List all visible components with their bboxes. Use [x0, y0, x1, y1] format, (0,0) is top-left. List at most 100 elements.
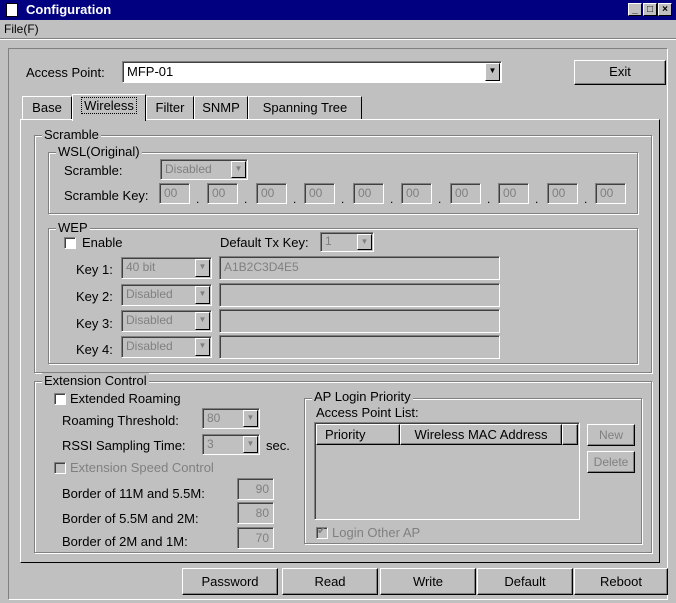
- menu-file[interactable]: File(F): [4, 22, 39, 36]
- border-2m-value: 70: [255, 531, 269, 545]
- chevron-down-icon[interactable]: ▼: [195, 338, 210, 356]
- border-11m-value: 90: [255, 482, 269, 496]
- column-mac-address[interactable]: Wireless MAC Address: [400, 424, 562, 445]
- scramble-key-value: 00: [406, 186, 420, 200]
- key4-type-value: Disabled: [126, 339, 173, 353]
- tab-wireless[interactable]: Wireless: [72, 94, 146, 121]
- check-icon: ✔: [317, 525, 327, 537]
- key2-input[interactable]: [219, 283, 500, 307]
- border-2m-input[interactable]: 70: [237, 527, 274, 549]
- wsl-group-label: WSL(Original): [56, 144, 142, 159]
- tab-snmp[interactable]: SNMP: [194, 96, 248, 120]
- border-5m-label: Border of 5.5M and 2M:: [62, 511, 199, 526]
- key-separator: .: [293, 192, 297, 206]
- password-button[interactable]: Password: [182, 568, 278, 595]
- chevron-down-icon[interactable]: ▼: [195, 286, 210, 304]
- chevron-down-icon[interactable]: ▼: [357, 234, 372, 250]
- access-point-label: Access Point:: [26, 65, 105, 80]
- key4-type-select[interactable]: Disabled ▼: [121, 336, 212, 358]
- border-5m-input[interactable]: 80: [237, 502, 274, 524]
- roaming-threshold-label: Roaming Threshold:: [62, 413, 179, 428]
- rssi-sampling-select[interactable]: 3 ▼: [202, 434, 260, 455]
- chevron-down-icon[interactable]: ▼: [195, 259, 210, 277]
- key4-input[interactable]: [219, 335, 500, 359]
- read-button[interactable]: Read: [282, 568, 378, 595]
- scramble-select[interactable]: Disabled ▼: [160, 159, 248, 180]
- scramble-key-field[interactable]: 00: [256, 183, 287, 204]
- default-tx-key-select[interactable]: 1 ▼: [320, 232, 374, 252]
- chevron-down-icon[interactable]: ▼: [231, 161, 246, 178]
- rssi-sampling-label: RSSI Sampling Time:: [62, 438, 186, 453]
- close-button[interactable]: ×: [658, 3, 672, 16]
- minimize-button[interactable]: _: [628, 3, 642, 16]
- reboot-button[interactable]: Reboot: [574, 568, 668, 595]
- default-tx-key-value: 1: [325, 234, 332, 248]
- scramble-key-field[interactable]: 00: [207, 183, 238, 204]
- column-filler: [562, 424, 578, 445]
- wep-group-label: WEP: [56, 220, 90, 235]
- scramble-key-value: 00: [455, 186, 469, 200]
- speed-control-checkbox[interactable]: [54, 462, 66, 474]
- extended-roaming-checkbox[interactable]: [54, 393, 66, 405]
- access-point-list[interactable]: Priority Wireless MAC Address: [314, 422, 580, 520]
- key1-type-value: 40 bit: [126, 260, 156, 274]
- wep-enable-checkbox[interactable]: [64, 237, 76, 249]
- write-button[interactable]: Write: [380, 568, 476, 595]
- scramble-key-field[interactable]: 00: [353, 183, 384, 204]
- key2-type-select[interactable]: Disabled ▼: [121, 284, 212, 306]
- key-separator: .: [487, 192, 491, 206]
- tab-base[interactable]: Base: [22, 96, 72, 120]
- scramble-key-field[interactable]: 00: [401, 183, 432, 204]
- window-title: Configuration: [26, 2, 112, 17]
- delete-button[interactable]: Delete: [587, 451, 635, 473]
- scramble-key-value: 00: [212, 186, 226, 200]
- border-11m-input[interactable]: 90: [237, 478, 274, 500]
- key-separator: .: [341, 192, 345, 206]
- access-point-combo[interactable]: MFP-01 ▼: [122, 61, 502, 83]
- column-priority[interactable]: Priority: [316, 424, 400, 445]
- key3-label: Key 3:: [76, 316, 113, 331]
- border-5m-value: 80: [255, 506, 269, 520]
- ap-login-label: AP Login Priority: [312, 389, 413, 404]
- chevron-down-icon[interactable]: ▼: [243, 410, 258, 427]
- default-button[interactable]: Default: [477, 568, 573, 595]
- new-button[interactable]: New: [587, 424, 635, 446]
- key4-label: Key 4:: [76, 342, 113, 357]
- key3-type-select[interactable]: Disabled ▼: [121, 310, 212, 332]
- key2-type-value: Disabled: [126, 287, 173, 301]
- key1-input[interactable]: A1B2C3D4E5: [219, 256, 500, 280]
- menu-bar: File(F): [0, 20, 676, 38]
- scramble-key-field[interactable]: 00: [595, 183, 626, 204]
- roaming-threshold-select[interactable]: 80 ▼: [202, 408, 260, 429]
- key-separator: .: [196, 192, 200, 206]
- key1-label: Key 1:: [76, 262, 113, 277]
- key-separator: .: [438, 192, 442, 206]
- chevron-down-icon[interactable]: ▼: [243, 436, 258, 453]
- tab-spanning-tree[interactable]: Spanning Tree: [248, 96, 362, 120]
- maximize-button[interactable]: □: [643, 3, 657, 16]
- key-separator: .: [535, 192, 539, 206]
- scramble-key-value: 00: [503, 186, 517, 200]
- chevron-down-icon[interactable]: ▼: [195, 312, 210, 330]
- key-separator: .: [244, 192, 248, 206]
- tab-filter[interactable]: Filter: [146, 96, 194, 120]
- key-separator: .: [390, 192, 394, 206]
- scramble-label: Scramble:: [64, 163, 123, 178]
- scramble-key-field[interactable]: 00: [159, 183, 190, 204]
- scramble-key-field[interactable]: 00: [498, 183, 529, 204]
- scramble-key-value: 00: [164, 186, 178, 200]
- chevron-down-icon[interactable]: ▼: [485, 63, 500, 81]
- speed-control-label: Extension Speed Control: [70, 460, 214, 475]
- scramble-key-field[interactable]: 00: [547, 183, 578, 204]
- wep-enable-label: Enable: [82, 235, 123, 250]
- scramble-key-field[interactable]: 00: [304, 183, 335, 204]
- key3-input[interactable]: [219, 309, 500, 333]
- menu-divider-highlight: [0, 39, 676, 40]
- login-other-ap-checkbox[interactable]: ✔: [316, 525, 328, 539]
- scramble-key-field[interactable]: 00: [450, 183, 481, 204]
- key1-value: A1B2C3D4E5: [224, 260, 299, 274]
- login-other-ap-label: Login Other AP: [332, 525, 421, 540]
- key2-label: Key 2:: [76, 289, 113, 304]
- key1-type-select[interactable]: 40 bit ▼: [121, 257, 212, 279]
- exit-button[interactable]: Exit: [574, 60, 666, 85]
